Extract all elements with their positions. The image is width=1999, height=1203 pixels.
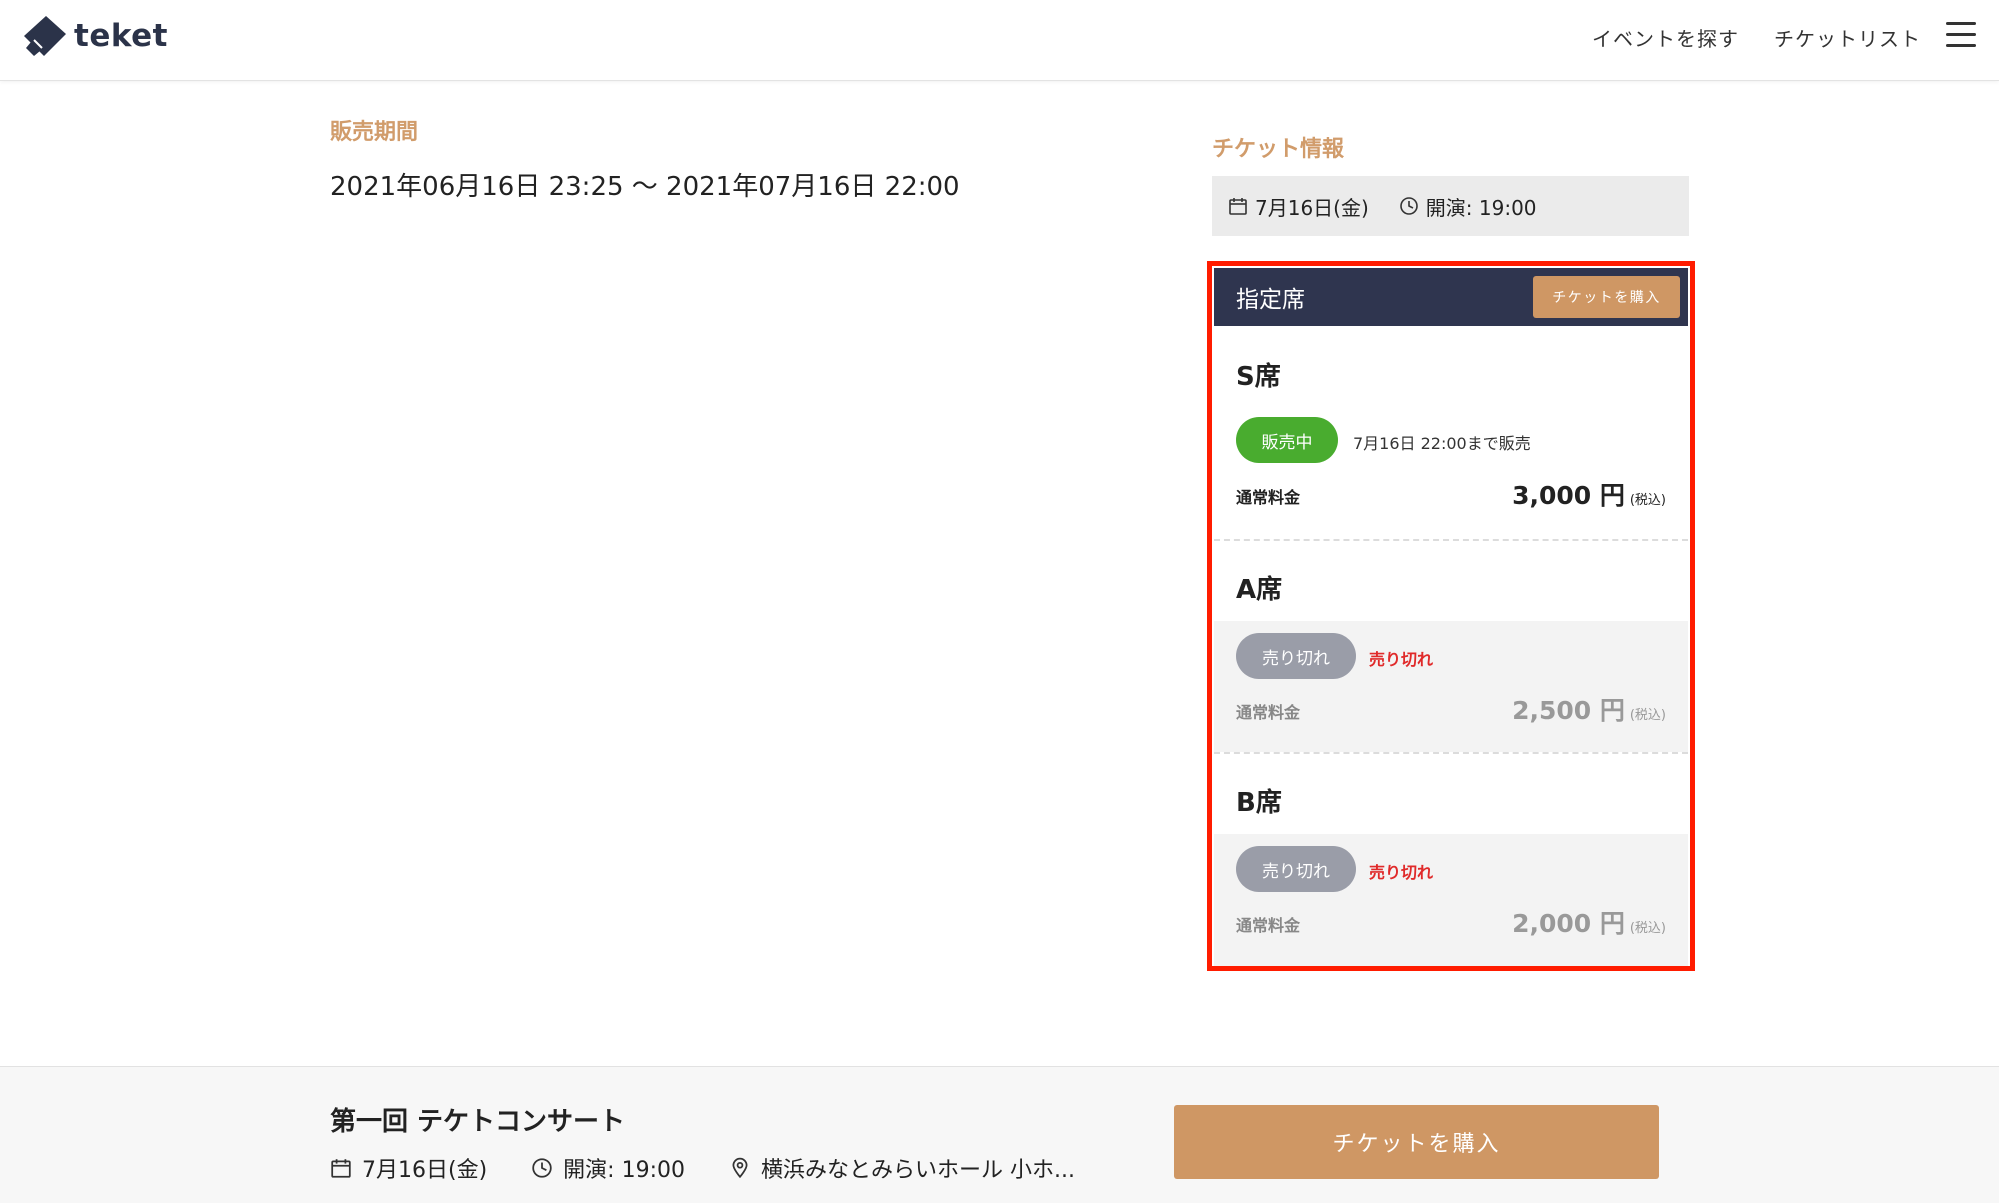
buy-ticket-button-small[interactable]: チケットを購入: [1533, 276, 1680, 318]
price-value: 2,000 円: [1512, 909, 1625, 938]
seat-price: 3,000 円 (税込): [1512, 476, 1666, 512]
sales-period-value: 2021年06月16日 23:25 〜 2021年07月16日 22:00: [330, 172, 960, 202]
teket-logo[interactable]: teket: [22, 14, 168, 58]
brand-name: teket: [74, 18, 168, 54]
tax-note: (税込): [1629, 708, 1666, 723]
ticket-info-title: チケット情報: [1212, 137, 1345, 162]
calendar-icon: [1229, 198, 1247, 215]
sold-out-badge: 売り切れ: [1236, 846, 1356, 892]
event-start-time: 開演: 19:00: [563, 1158, 685, 1183]
tax-note: (税込): [1629, 921, 1666, 936]
event-meta: 7月16日(金) 開演: 19:00 横浜みなとみらいホール 小ホ...: [330, 1153, 1075, 1183]
seat-s: S席 販売中 7月16日 22:00まで販売 通常料金 3,000 円 (税込): [1214, 326, 1688, 541]
ticket-date: 7月16日(金): [1255, 195, 1369, 220]
seat-name: A席: [1236, 575, 1283, 605]
seat-body: 売り切れ 売り切れ 通常料金 2,500 円 (税込): [1214, 621, 1688, 752]
ticket-card-header: 指定席 チケットを購入: [1214, 268, 1688, 326]
menu-icon[interactable]: [1946, 22, 1976, 48]
event-date: 7月16日(金): [362, 1158, 488, 1183]
ticket-card-title: 指定席: [1236, 287, 1305, 313]
seat-a: A席 売り切れ 売り切れ 通常料金 2,500 円 (税込): [1214, 541, 1688, 754]
seat-name: B席: [1236, 788, 1282, 818]
ticket-start-time: 開演: 19:00: [1425, 195, 1537, 220]
calendar-icon: [331, 1159, 351, 1178]
sold-out-note: 売り切れ: [1369, 650, 1434, 669]
seat-body: 売り切れ 売り切れ 通常料金 2,000 円 (税込): [1214, 834, 1688, 966]
nav-ticket-list[interactable]: チケットリスト: [1774, 23, 1921, 52]
sales-period-label: 販売期間: [330, 120, 419, 145]
seat-price: 2,500 円 (税込): [1512, 691, 1666, 727]
price-label: 通常料金: [1236, 488, 1301, 507]
reserved-seat-ticket-card: 指定席 チケットを購入 S席 販売中 7月16日 22:00まで販売 通常料金 …: [1207, 261, 1695, 971]
price-value: 2,500 円: [1512, 696, 1625, 725]
price-value: 3,000 円: [1512, 481, 1625, 510]
sold-out-badge: 売り切れ: [1236, 633, 1356, 679]
site-header: teket イベントを探す チケットリスト: [0, 0, 1999, 81]
tax-note: (税込): [1629, 493, 1666, 508]
clock-icon: [1399, 197, 1418, 215]
price-label: 通常料金: [1236, 916, 1301, 935]
seat-name: S席: [1236, 362, 1281, 392]
teket-logo-icon: [24, 16, 66, 56]
on-sale-badge: 販売中: [1236, 417, 1338, 463]
buy-ticket-button[interactable]: チケットを購入: [1174, 1105, 1659, 1179]
price-label: 通常料金: [1236, 703, 1301, 722]
ticket-date-bar: 7月16日(金) 開演: 19:00: [1212, 176, 1689, 236]
sale-deadline-note: 7月16日 22:00まで販売: [1353, 434, 1531, 453]
purchase-footer-bar: 第一回 テケトコンサート 7月16日(金) 開演: 19:00 横浜みなとみらい…: [0, 1066, 1999, 1203]
event-venue: 横浜みなとみらいホール 小ホ...: [760, 1158, 1075, 1183]
event-title: 第一回 テケトコンサート: [330, 1107, 626, 1137]
sold-out-note: 売り切れ: [1369, 863, 1434, 882]
location-pin-icon: [732, 1157, 748, 1179]
seat-b: B席 売り切れ 売り切れ 通常料金 2,000 円 (税込): [1214, 754, 1688, 966]
clock-icon: [532, 1158, 552, 1178]
nav-find-events[interactable]: イベントを探す: [1592, 23, 1739, 52]
seat-price: 2,000 円 (税込): [1512, 904, 1666, 940]
